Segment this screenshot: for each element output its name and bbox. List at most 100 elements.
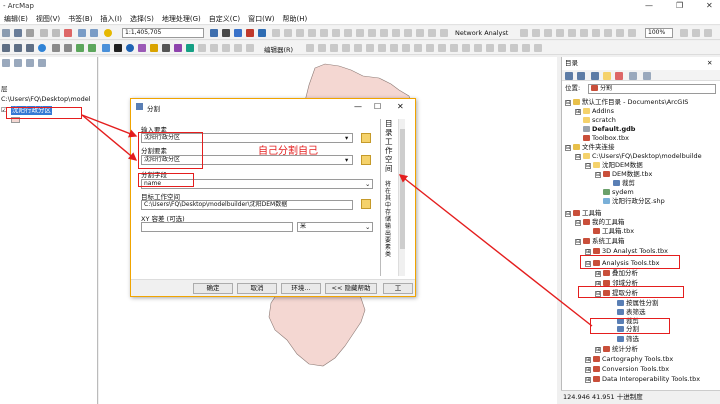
xy-unit-combo[interactable]: 米 bbox=[297, 222, 373, 232]
menu-insert[interactable]: 插入(I) bbox=[96, 13, 126, 25]
toolbar-icon[interactable] bbox=[440, 29, 448, 37]
xy-tolerance-input[interactable] bbox=[141, 222, 293, 232]
tree-item-27[interactable]: ⊞ Cartography Tools.tbx bbox=[585, 355, 673, 364]
browse-folder-icon[interactable] bbox=[361, 155, 371, 165]
edit-tool-icon[interactable] bbox=[330, 44, 338, 52]
zoom-out-icon[interactable] bbox=[14, 44, 22, 52]
select-features-icon[interactable] bbox=[102, 44, 110, 52]
target-workspace-input[interactable]: C:\Users\FQ\Desktop\modelbuilder\沈阳DEM数据 bbox=[141, 200, 353, 210]
close-icon[interactable]: ✕ bbox=[397, 102, 404, 111]
chevron-down-icon[interactable]: ⌄ bbox=[365, 180, 370, 188]
toolbar-icon[interactable] bbox=[368, 29, 376, 37]
tree-item-13[interactable]: ⊟ 我的工具箱 bbox=[575, 218, 625, 227]
help-scrollbar[interactable] bbox=[398, 119, 405, 276]
edit-tool-icon[interactable] bbox=[510, 44, 518, 52]
expand-icon[interactable]: ⊞ bbox=[585, 377, 591, 383]
chevron-down-icon[interactable]: ▾ bbox=[345, 134, 348, 142]
collapse-icon[interactable]: ⊟ bbox=[595, 172, 601, 178]
toolbar-icon[interactable] bbox=[380, 29, 388, 37]
toolbar-icon[interactable] bbox=[332, 29, 340, 37]
expand-icon[interactable]: ⊞ bbox=[595, 271, 601, 277]
toolbar-icon[interactable] bbox=[616, 29, 624, 37]
toolbar-icon[interactable] bbox=[704, 29, 712, 37]
print-icon[interactable] bbox=[26, 29, 34, 37]
tree-item-9[interactable]: 裁剪 bbox=[613, 179, 635, 188]
chevron-down-icon[interactable]: ⌄ bbox=[365, 223, 370, 231]
edit-tool-icon[interactable] bbox=[354, 44, 362, 52]
maximize-icon[interactable]: ☐ bbox=[374, 102, 381, 111]
tree-item-15[interactable]: ⊟ 系统工具箱 bbox=[575, 237, 625, 246]
open-icon[interactable] bbox=[2, 29, 10, 37]
scale-input[interactable]: 1:1,405,705 bbox=[122, 28, 204, 38]
find-icon[interactable] bbox=[174, 44, 182, 52]
edit-tool-icon[interactable] bbox=[402, 44, 410, 52]
edit-tool-icon[interactable] bbox=[486, 44, 494, 52]
toolbar-icon[interactable] bbox=[284, 29, 292, 37]
zoom-select[interactable]: 100% bbox=[645, 28, 673, 38]
tree-item-2[interactable]: scratch bbox=[583, 116, 616, 125]
toolbar-icon[interactable] bbox=[556, 29, 564, 37]
time-slider-icon[interactable] bbox=[210, 44, 218, 52]
select-elements-icon[interactable] bbox=[114, 44, 122, 52]
tree-item-8[interactable]: ⊟ DEM数据.tbx bbox=[595, 170, 652, 179]
browse-folder-icon[interactable] bbox=[361, 199, 371, 209]
tree-item-26[interactable]: ⊞ 统计分析 bbox=[595, 345, 638, 354]
cut-icon[interactable] bbox=[40, 29, 48, 37]
goto-xy-icon[interactable] bbox=[198, 44, 206, 52]
tree-item-10[interactable]: sydem bbox=[603, 188, 634, 197]
measure-icon[interactable] bbox=[162, 44, 170, 52]
expand-icon[interactable]: ⊞ bbox=[575, 109, 581, 115]
collapse-icon[interactable]: ⊟ bbox=[565, 145, 571, 151]
toolbar-icon[interactable] bbox=[320, 29, 328, 37]
menu-customize[interactable]: 自定义(C) bbox=[205, 13, 244, 25]
find-route-icon[interactable] bbox=[186, 44, 194, 52]
menu-geoprocessing[interactable]: 地理处理(G) bbox=[158, 13, 205, 25]
copy-icon[interactable] bbox=[52, 29, 60, 37]
toolbar-icon[interactable] bbox=[308, 29, 316, 37]
menu-selection[interactable]: 选择(S) bbox=[126, 13, 158, 25]
collapse-icon[interactable]: ⊟ bbox=[575, 220, 581, 226]
ok-button[interactable]: 确定 bbox=[193, 283, 233, 294]
edit-tool-icon[interactable] bbox=[534, 44, 542, 52]
collapse-icon[interactable]: ⊟ bbox=[575, 154, 581, 160]
add-data-icon[interactable] bbox=[104, 29, 112, 37]
menu-bookmarks[interactable]: 书签(B) bbox=[64, 13, 96, 25]
toolbar-icon[interactable] bbox=[428, 29, 436, 37]
tree-item-29[interactable]: ⊞ Data Interoperability Tools.tbx bbox=[585, 375, 700, 384]
tree-item-25[interactable]: 筛选 bbox=[617, 335, 639, 344]
forward-extent-icon[interactable] bbox=[88, 44, 96, 52]
redo-icon[interactable] bbox=[90, 29, 98, 37]
toolbar-icon[interactable] bbox=[356, 29, 364, 37]
layers-frame[interactable]: 层 bbox=[1, 85, 8, 94]
tree-item-14[interactable]: 工具箱.tbx bbox=[593, 227, 634, 236]
maximize-icon[interactable]: ❐ bbox=[676, 1, 683, 10]
chevron-down-icon[interactable]: ▾ bbox=[345, 156, 348, 164]
menu-help[interactable]: 帮助(H) bbox=[279, 13, 312, 25]
toolbar-icon[interactable] bbox=[234, 44, 242, 52]
tree-item-7[interactable]: ⊟ 沈阳DEM数据 bbox=[585, 161, 643, 170]
toolbar-icon[interactable] bbox=[532, 29, 540, 37]
forward-icon[interactable] bbox=[577, 72, 585, 80]
edit-tool-icon[interactable] bbox=[378, 44, 386, 52]
edit-tool-icon[interactable] bbox=[390, 44, 398, 52]
tree-item-12[interactable]: ⊟ 工具箱 bbox=[565, 209, 602, 218]
python-icon[interactable] bbox=[258, 29, 266, 37]
back-extent-icon[interactable] bbox=[76, 44, 84, 52]
toolbar-icon[interactable] bbox=[520, 29, 528, 37]
list-by-drawing-order-icon[interactable] bbox=[2, 59, 10, 67]
tree-item-11[interactable]: 沈阳行政分区.shp bbox=[603, 197, 665, 206]
environments-button[interactable]: 环境... bbox=[281, 283, 321, 294]
toolbar-icon[interactable] bbox=[604, 29, 612, 37]
tool-help-button[interactable]: 工 bbox=[383, 283, 413, 294]
list-by-visibility-icon[interactable] bbox=[26, 59, 34, 67]
edit-tool-icon[interactable] bbox=[366, 44, 374, 52]
expand-icon[interactable]: ⊞ bbox=[585, 357, 591, 363]
browse-folder-icon[interactable] bbox=[361, 133, 371, 143]
arctoolbox-icon[interactable] bbox=[246, 29, 254, 37]
cancel-button[interactable]: 取消 bbox=[237, 283, 277, 294]
toolbar-icon[interactable] bbox=[544, 29, 552, 37]
table-of-contents-icon[interactable] bbox=[222, 29, 230, 37]
collapse-icon[interactable]: ⊟ bbox=[585, 163, 591, 169]
delete-icon[interactable] bbox=[64, 29, 72, 37]
fixed-zoom-icon[interactable] bbox=[52, 44, 60, 52]
